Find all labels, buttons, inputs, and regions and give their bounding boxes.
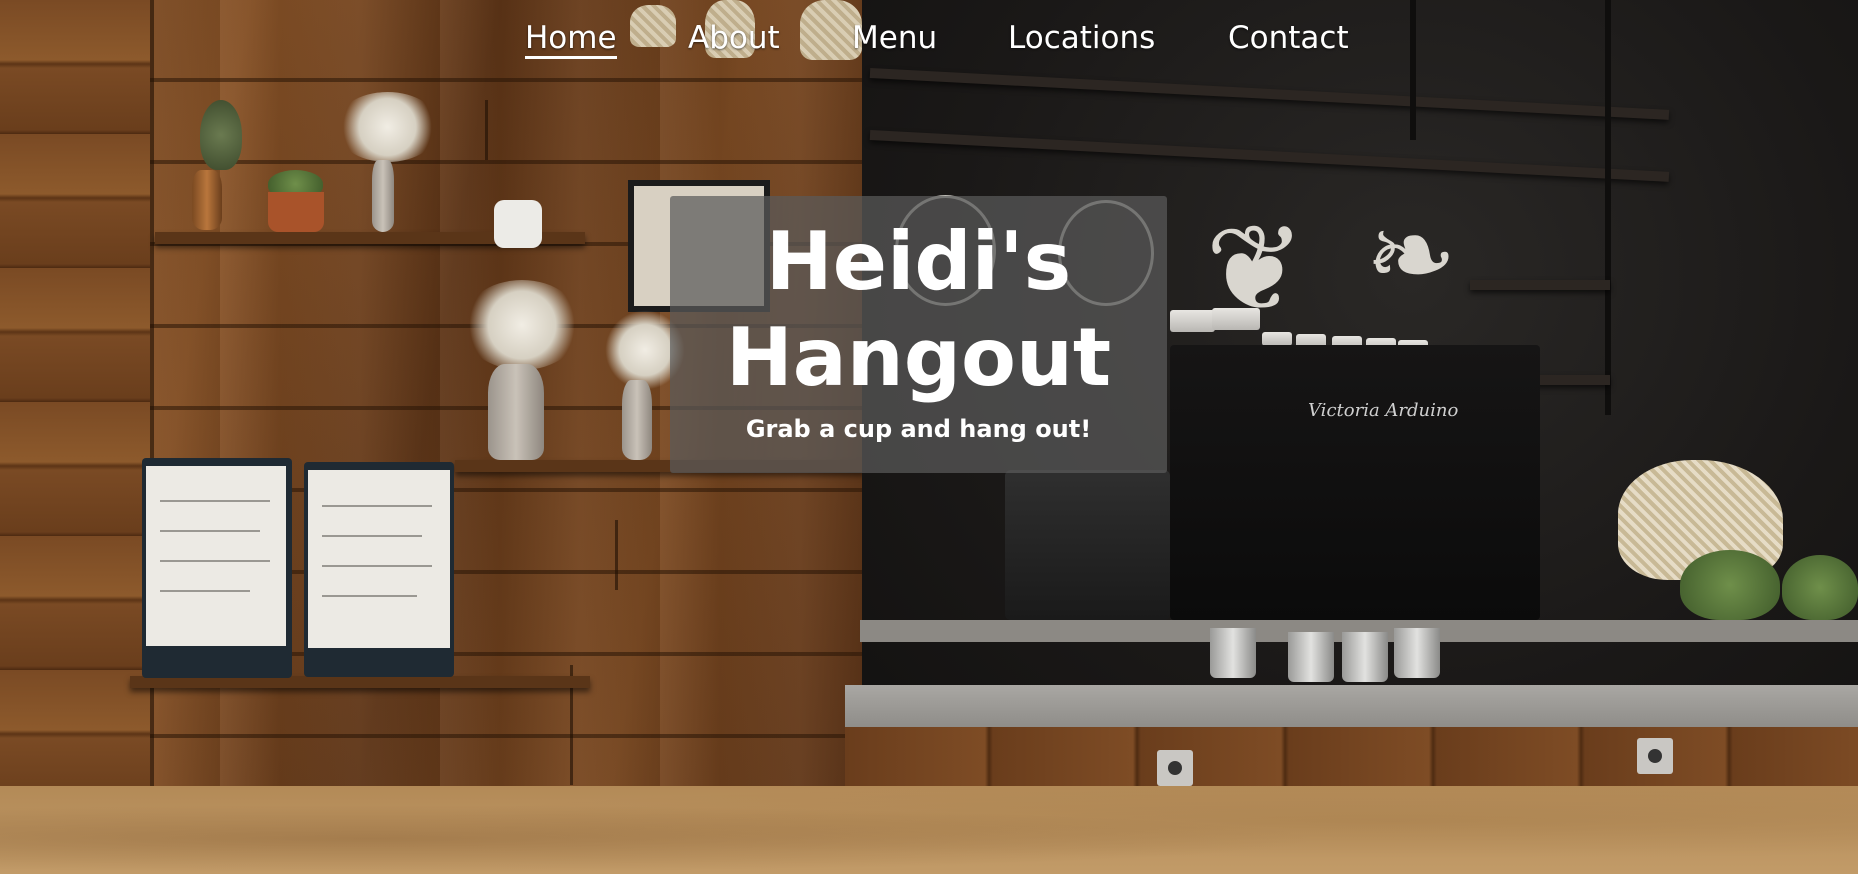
menu-paper	[308, 470, 450, 648]
white-cup	[494, 200, 542, 248]
menu-line	[160, 590, 250, 592]
shelf-rail	[1605, 0, 1611, 415]
steel-bucket	[1210, 628, 1256, 678]
hero-title-card: Heidi's Hangout Grab a cup and hang out!	[670, 196, 1167, 473]
plank-seam	[615, 520, 618, 590]
menu-line	[322, 565, 432, 567]
power-outlet	[1157, 750, 1193, 786]
leaf-decal: ❧	[1365, 191, 1458, 319]
page-section-band	[0, 786, 1858, 874]
cup-stack	[1212, 308, 1260, 330]
nav-menu-link[interactable]: Menu	[852, 20, 937, 56]
dried-flowers	[462, 280, 582, 370]
glass-vase	[372, 160, 394, 232]
menu-line	[322, 505, 432, 507]
nav-home-link[interactable]: Home	[525, 20, 617, 59]
steel-bucket	[1288, 632, 1334, 682]
brown-vase	[192, 170, 222, 230]
nav-locations-link[interactable]: Locations	[1008, 20, 1155, 56]
menu-line	[160, 560, 270, 562]
terracotta-pot	[268, 192, 324, 232]
menu-line	[160, 500, 270, 502]
menu-line	[322, 595, 417, 597]
potted-plant	[1680, 550, 1780, 620]
counter-front	[845, 727, 1858, 786]
page-title-line2: Hangout	[725, 311, 1112, 404]
menu-line	[160, 530, 260, 532]
nav-contact-link[interactable]: Contact	[1228, 20, 1349, 56]
metal-shelf	[1470, 280, 1610, 290]
counter-top	[845, 685, 1858, 727]
wood-wall-edge	[0, 0, 150, 786]
machine-brand: Victoria Arduino	[1308, 400, 1459, 421]
page-title: Heidi's Hangout	[670, 214, 1167, 406]
grinder	[1005, 470, 1170, 620]
dried-flowers	[335, 92, 440, 162]
menu-paper	[146, 466, 286, 646]
espresso-machine	[1170, 345, 1540, 620]
glass-vase	[622, 380, 652, 460]
dried-plant	[200, 100, 242, 170]
menu-line	[322, 535, 422, 537]
main-nav: Home About Menu Locations Contact	[0, 20, 1858, 60]
hero-tagline: Grab a cup and hang out!	[745, 415, 1092, 443]
cup-stack	[1170, 310, 1215, 332]
cup-stack	[1262, 332, 1292, 346]
ceramic-vase	[488, 364, 544, 460]
nav-about-link[interactable]: About	[688, 20, 780, 56]
plank-seam	[485, 100, 488, 160]
page-title-line1: Heidi's	[765, 215, 1072, 308]
potted-plant	[1782, 555, 1858, 620]
steel-bucket	[1394, 628, 1440, 678]
steel-bucket	[1342, 632, 1388, 682]
power-outlet	[1637, 738, 1673, 774]
